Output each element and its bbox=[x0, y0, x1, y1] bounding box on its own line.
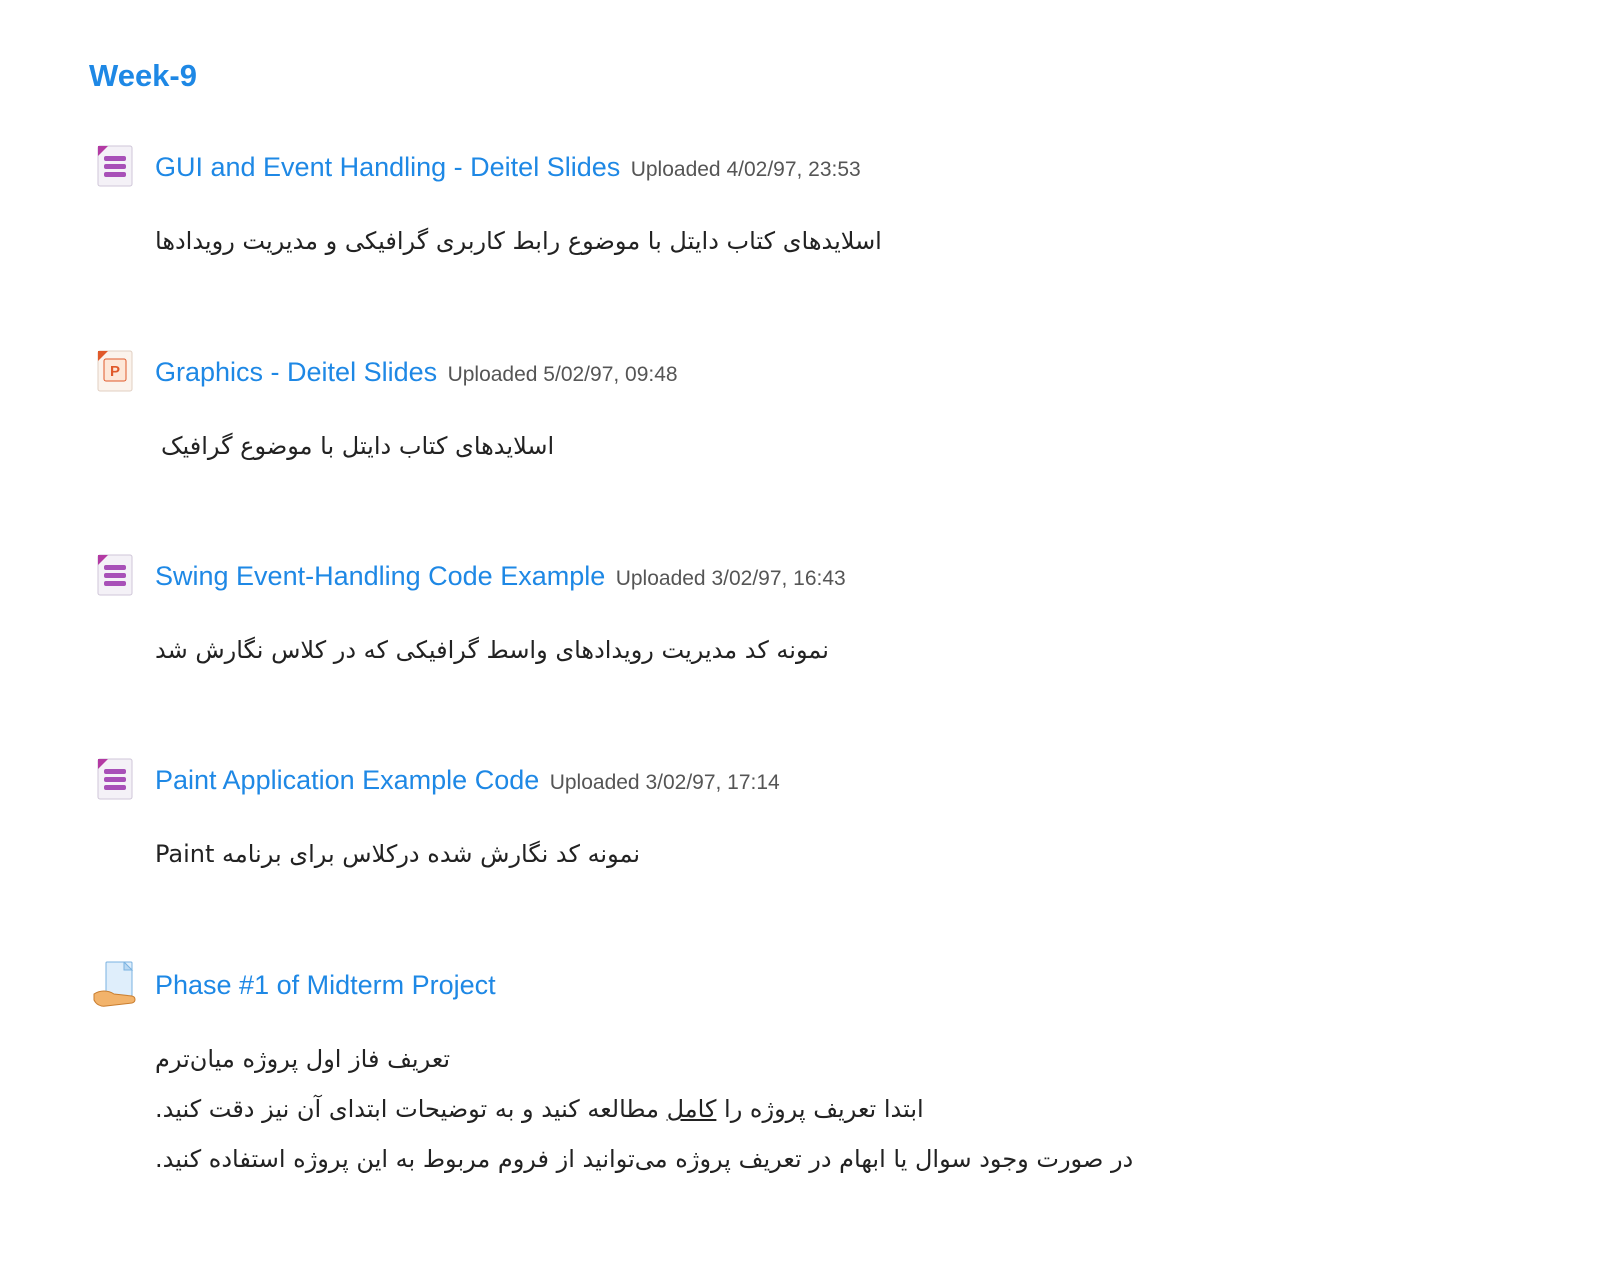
activity-description: اسلایدهای کتاب دایتل با موضوع رابط کاربر… bbox=[155, 227, 1055, 277]
upload-info: Uploaded 3/02/97, 17:14 bbox=[549, 771, 780, 794]
document-icon[interactable] bbox=[92, 551, 140, 599]
description-fragment: مطالعه کنید و به توضیحات ابتدای آن نیز د… bbox=[155, 1095, 667, 1123]
description-text: نمونه کد مدیریت رویدادهای واسط گرافیکی ک… bbox=[155, 636, 829, 664]
svg-text:P: P bbox=[110, 363, 120, 380]
activity-item: Swing Event-Handling Code Example Upload… bbox=[92, 551, 1552, 664]
activity-link[interactable]: Graphics - Deitel Slides bbox=[155, 357, 437, 387]
activity-header: GUI and Event Handling - Deitel Slides U… bbox=[92, 142, 1552, 192]
document-icon[interactable] bbox=[92, 755, 140, 803]
description-line: ابتدا تعریف پروژه را کامل مطالعه کنید و … bbox=[155, 1095, 924, 1123]
upload-info: Uploaded 3/02/97, 16:43 bbox=[615, 567, 846, 590]
activity-link[interactable]: Paint Application Example Code bbox=[155, 765, 539, 795]
activity-item: Paint Application Example Code Uploaded … bbox=[92, 755, 1552, 868]
upload-info: Uploaded 4/02/97, 23:53 bbox=[630, 158, 861, 181]
powerpoint-icon[interactable]: P bbox=[92, 347, 140, 395]
description-text: اسلایدهای کتاب دایتل با موضوع گرافیک bbox=[161, 432, 555, 460]
activity-title-line: Swing Event-Handling Code Example Upload… bbox=[155, 561, 846, 592]
activity-link[interactable]: Swing Event-Handling Code Example bbox=[155, 561, 605, 591]
activity-header: P Graphics - Deitel Slides Uploaded 5/02… bbox=[92, 347, 1552, 397]
section-title: Week-9 bbox=[89, 58, 197, 93]
description-fragment: ابتدا تعریف پروژه را bbox=[716, 1095, 924, 1123]
activity-description: تعریف فاز اول پروژه میان‌ترم ابتدا تعریف… bbox=[155, 1045, 1155, 1195]
activity-link[interactable]: GUI and Event Handling - Deitel Slides bbox=[155, 152, 620, 182]
activity-description: نمونه کد مدیریت رویدادهای واسط گرافیکی ک… bbox=[155, 636, 1055, 686]
activity-header: Paint Application Example Code Uploaded … bbox=[92, 755, 1552, 805]
activity-title-line: Paint Application Example Code Uploaded … bbox=[155, 765, 780, 796]
activity-description: نمونه کد نگارش شده درکلاس برای برنامه Pa… bbox=[155, 840, 1055, 890]
activity-item: GUI and Event Handling - Deitel Slides U… bbox=[92, 142, 1552, 255]
activity-title-line: GUI and Event Handling - Deitel Slides U… bbox=[155, 152, 861, 183]
activity-item: P Graphics - Deitel Slides Uploaded 5/02… bbox=[92, 347, 1552, 460]
document-icon[interactable] bbox=[92, 142, 140, 190]
activity-item: Phase #1 of Midterm Project تعریف فاز او… bbox=[92, 960, 1552, 1173]
activity-link[interactable]: Phase #1 of Midterm Project bbox=[155, 970, 496, 1000]
description-line: در صورت وجود سوال یا ابهام در تعریف پروژ… bbox=[155, 1145, 1134, 1173]
underlined-word: کامل bbox=[666, 1095, 717, 1123]
upload-info: Uploaded 5/02/97, 09:48 bbox=[447, 363, 678, 386]
assignment-icon[interactable] bbox=[92, 960, 140, 1008]
activity-description: اسلایدهای کتاب دایتل با موضوع گرافیک bbox=[161, 432, 1061, 482]
description-text: نمونه کد نگارش شده درکلاس برای برنامه Pa… bbox=[155, 840, 641, 868]
activity-title-line: Graphics - Deitel Slides Uploaded 5/02/9… bbox=[155, 357, 678, 388]
activity-title-line: Phase #1 of Midterm Project bbox=[155, 970, 496, 1001]
activity-header: Swing Event-Handling Code Example Upload… bbox=[92, 551, 1552, 601]
description-line: تعریف فاز اول پروژه میان‌ترم bbox=[155, 1045, 451, 1073]
activity-header: Phase #1 of Midterm Project bbox=[92, 960, 1552, 1010]
description-text: اسلایدهای کتاب دایتل با موضوع رابط کاربر… bbox=[155, 227, 882, 255]
